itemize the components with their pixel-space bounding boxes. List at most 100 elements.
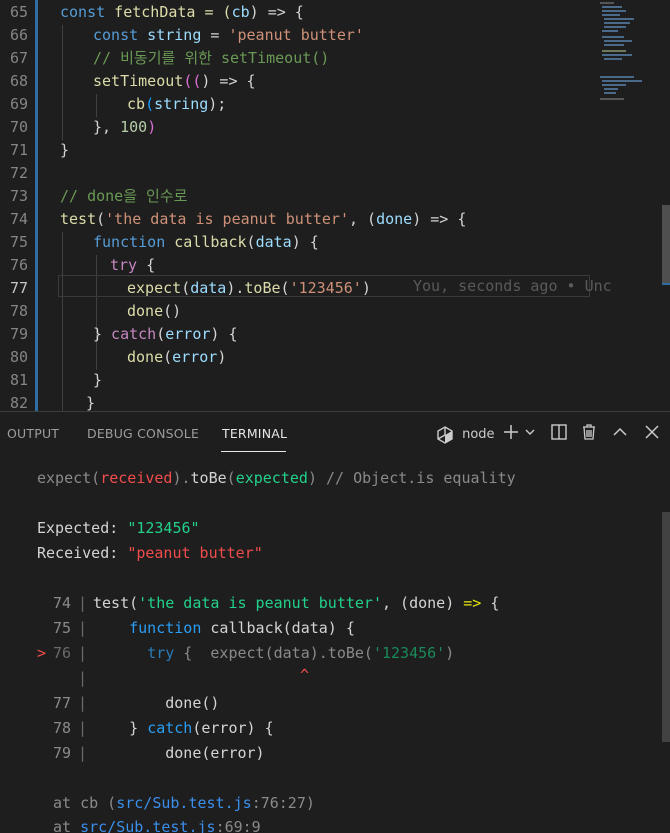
tab-output[interactable]: OUTPUT xyxy=(7,426,59,441)
code-line-79: } catch(error) { xyxy=(93,323,238,346)
token: ( xyxy=(246,233,256,251)
code-line-67: // 비동기를 위한 setTimeout() xyxy=(93,49,330,67)
token: { xyxy=(137,256,156,274)
text: catch xyxy=(147,719,193,737)
code-line-71: } xyxy=(60,141,70,159)
text: } xyxy=(93,719,148,737)
snippet-gutter: | xyxy=(78,694,88,712)
snippet-gutter: | xyxy=(78,719,88,737)
text: toBe xyxy=(190,469,227,487)
token: = xyxy=(201,26,229,44)
line-number: 79 xyxy=(9,325,28,343)
code-editor[interactable]: 65 66 67 68 69 70 71 72 73 74 75 76 77 7… xyxy=(0,0,670,411)
token: ( xyxy=(181,279,191,297)
token: ( xyxy=(96,210,106,228)
close-panel-button[interactable] xyxy=(643,422,661,446)
error-caret: ^ xyxy=(300,666,310,684)
terminal-scrollbar[interactable] xyxy=(662,512,670,742)
token: } xyxy=(93,325,103,343)
indent-guide xyxy=(96,94,97,117)
token: ) xyxy=(147,118,157,136)
code-line-82: } xyxy=(86,394,96,411)
maximize-panel-button[interactable] xyxy=(611,422,629,446)
text: { xyxy=(481,594,500,612)
snippet-line-number: 79 xyxy=(53,744,72,762)
split-terminal-button[interactable] xyxy=(550,423,568,445)
text: :76:27) xyxy=(251,794,315,812)
snippet-line: } catch(error) { xyxy=(93,717,274,739)
new-terminal-button[interactable] xyxy=(502,422,520,446)
token: ); xyxy=(208,95,227,113)
code-line-75: function callback(data) { xyxy=(93,231,319,254)
token: ). xyxy=(226,279,245,297)
text: received xyxy=(100,469,173,487)
line-number: 70 xyxy=(9,118,28,136)
token: (( xyxy=(183,72,202,90)
snippet-line-number: 76 xyxy=(53,644,72,662)
token: 'the data is peanut butter' xyxy=(105,210,349,228)
bottom-panel: OUTPUT DEBUG CONSOLE TERMINAL node expec… xyxy=(0,411,670,833)
stack-file-link[interactable]: src/Sub.test.js xyxy=(116,794,251,812)
node-icon xyxy=(437,425,453,444)
text xyxy=(93,619,129,637)
text: ( xyxy=(226,469,236,487)
terminal-dropdown-button[interactable] xyxy=(523,422,537,446)
stack-trace-line: at src/Sub.test.js:69:9 xyxy=(53,816,261,833)
text: test( xyxy=(93,594,139,612)
token: string xyxy=(138,26,202,44)
plus-icon xyxy=(504,425,518,439)
line-number: 66 xyxy=(9,26,28,44)
token: ) => { xyxy=(201,72,256,90)
minimap[interactable] xyxy=(590,0,662,411)
text: "peanut butter" xyxy=(127,544,263,562)
code-line-65: const fetchData = (cb) => { xyxy=(60,1,304,24)
token: ) => { xyxy=(412,210,467,228)
token: fetchData = ( xyxy=(105,3,232,21)
tab-terminal[interactable]: TERMINAL xyxy=(222,426,287,441)
text: ). xyxy=(172,469,191,487)
snippet-line-number: 74 xyxy=(53,594,72,612)
text: expect( xyxy=(37,469,101,487)
text: 'the data is peanut butter' xyxy=(138,594,382,612)
close-icon xyxy=(645,425,659,439)
kill-terminal-button[interactable] xyxy=(580,423,598,445)
snippet-line: done() xyxy=(93,694,220,712)
text xyxy=(93,644,147,662)
trash-icon xyxy=(583,424,595,440)
tab-debug-console[interactable]: DEBUG CONSOLE xyxy=(87,426,199,441)
token: done xyxy=(376,210,413,228)
editor-scrollbar[interactable] xyxy=(662,205,670,283)
line-number: 76 xyxy=(9,256,28,274)
git-blame-annotation: You, seconds ago • Unc xyxy=(413,277,612,295)
token: () xyxy=(163,302,182,320)
line-number: 80 xyxy=(9,348,28,366)
token: ( xyxy=(280,279,290,297)
terminal-output[interactable]: expect(received).toBe(expected) // Objec… xyxy=(0,456,662,833)
token: , ( xyxy=(349,210,377,228)
code-line-76: try { xyxy=(110,254,155,277)
line-number: 75 xyxy=(9,233,28,251)
token: const xyxy=(60,3,106,21)
text: (error) { xyxy=(192,719,274,737)
token: ( xyxy=(145,95,155,113)
stack-file-link[interactable]: src/Sub.test.js xyxy=(80,818,215,833)
line-number: 68 xyxy=(9,72,28,90)
token: data xyxy=(255,233,292,251)
text: ) // Object.is equality xyxy=(307,469,516,487)
text: at xyxy=(53,818,81,833)
error-pointer: > xyxy=(37,644,47,662)
terminal-selector[interactable]: node xyxy=(436,424,495,444)
code-line-80: done(error) xyxy=(127,346,226,369)
text: Received: xyxy=(37,544,128,562)
chevron-up-icon xyxy=(613,427,627,436)
code-line-74: test('the data is peanut butter', (done)… xyxy=(60,208,466,231)
line-number: 78 xyxy=(9,302,28,320)
snippet-gutter: | xyxy=(78,594,88,612)
indent-guide xyxy=(62,232,63,411)
token: expect xyxy=(127,279,182,297)
line-number: 74 xyxy=(9,210,28,228)
token: string xyxy=(154,95,209,113)
code-line-66: const string = 'peanut butter' xyxy=(93,24,364,47)
token: function xyxy=(93,233,166,251)
code-line-77: expect(data).toBe('123456') xyxy=(127,277,371,300)
